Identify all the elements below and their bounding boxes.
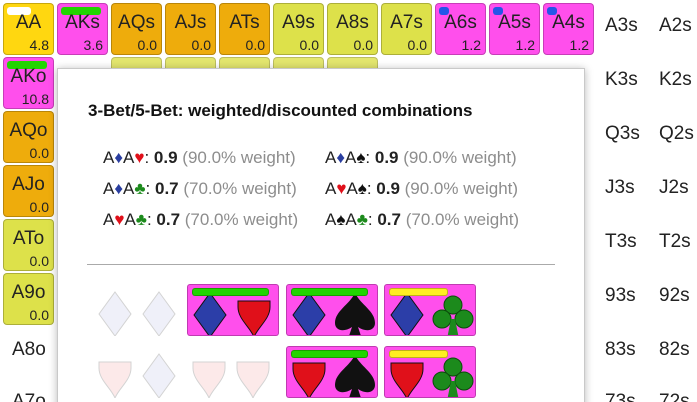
hand-label: ATo (12, 228, 45, 249)
hand-frequency: 3.6 (83, 37, 103, 53)
popup-divider (87, 264, 555, 265)
grid-cell-A9o[interactable]: A9o 0.0 (3, 273, 54, 325)
grid-cell-A8s[interactable]: A8s 0.0 (327, 3, 378, 55)
grid-cell-Q2s[interactable]: Q2s (659, 123, 694, 145)
combo-row: A♠A♣: 0.7 (70.0% weight) (325, 210, 520, 229)
grid-cell-AQs[interactable]: AQs 0.0 (111, 3, 162, 55)
hand-label: A9s (282, 12, 315, 33)
grid-cell-A7o[interactable]: A7o (12, 391, 46, 402)
grid-cell-A9s[interactable]: A9s 0.0 (273, 3, 324, 55)
grid-cell-Q3s[interactable]: Q3s (605, 123, 640, 145)
suit-combo-card[interactable] (93, 284, 185, 336)
grid-cell-AJo[interactable]: AJo 0.0 (3, 165, 54, 217)
hand-label: A4s (552, 12, 585, 33)
suit-combo-card[interactable] (93, 346, 185, 398)
suit-combo-card[interactable] (286, 284, 378, 336)
weight-bar (291, 350, 368, 358)
grid-cell-ATs[interactable]: ATs 0.0 (219, 3, 270, 55)
grid-cell-K3s[interactable]: K3s (605, 69, 638, 91)
grid-cell-A3s[interactable]: A3s (605, 15, 638, 37)
grid-cell-A6s[interactable]: A6s 1.2 (435, 3, 486, 55)
combo-row: A♥A♠: 0.9 (90.0% weight) (325, 179, 519, 198)
combo-row: A♦A♥: 0.9 (90.0% weight) (103, 148, 296, 167)
grid-cell-J2s[interactable]: J2s (659, 177, 689, 199)
suit-combo-card[interactable] (384, 346, 476, 398)
hand-frequency: 0.0 (29, 199, 49, 215)
hand-frequency: 0.0 (407, 37, 427, 53)
hand-label: A5s (498, 12, 531, 33)
suit-combo-card[interactable] (187, 284, 279, 336)
hand-frequency: 0.0 (353, 37, 373, 53)
grid-cell-72s[interactable]: 72s (659, 391, 690, 402)
hand-frequency: 0.0 (299, 37, 319, 53)
hand-frequency: 0.0 (137, 37, 157, 53)
hand-frequency: 1.2 (515, 37, 535, 53)
grid-cell-73s[interactable]: 73s (605, 391, 636, 402)
hand-frequency: 10.8 (21, 91, 49, 107)
grid-cell-AKs[interactable]: AKs 3.6 (57, 3, 108, 55)
grid-cell-J3s[interactable]: J3s (605, 177, 635, 199)
grid-cell-K2s[interactable]: K2s (659, 69, 692, 91)
hand-frequency: 0.0 (245, 37, 265, 53)
hand-frequency: 0.0 (29, 307, 49, 323)
hand-frequency: 0.0 (191, 37, 211, 53)
hand-frequency: 1.2 (569, 37, 589, 53)
hand-label: A7s (390, 12, 423, 33)
weight-bar (291, 288, 368, 296)
combo-row: A♦A♣: 0.7 (70.0% weight) (103, 179, 297, 198)
weight-bar (192, 288, 269, 296)
grid-cell-AJs[interactable]: AJs 0.0 (165, 3, 216, 55)
grid-cell-A5s[interactable]: A5s 1.2 (489, 3, 540, 55)
suit-combo-card[interactable] (286, 346, 378, 398)
hand-label: AKo (10, 66, 47, 87)
grid-cell-ATo[interactable]: ATo 0.0 (3, 219, 54, 271)
hand-label: AJs (174, 12, 207, 33)
grid-cell-A4s[interactable]: A4s 1.2 (543, 3, 594, 55)
hand-label: AJo (12, 174, 45, 195)
weight-bar (389, 288, 448, 296)
grid-cell-93s[interactable]: 93s (605, 285, 636, 307)
grid-cell-83s[interactable]: 83s (605, 339, 636, 361)
suit-combo-card[interactable] (187, 346, 279, 398)
heart-diamond-icon (98, 353, 176, 398)
hand-label: AQs (118, 12, 155, 33)
diamond-diamond-icon (98, 291, 176, 336)
hand-label: AKs (65, 12, 100, 33)
grid-cell-AQo[interactable]: AQo 0.0 (3, 111, 54, 163)
grid-cell-A2s[interactable]: A2s (659, 15, 692, 37)
heart-heart-icon (192, 361, 270, 398)
grid-cell-A8o[interactable]: A8o (12, 339, 46, 361)
combo-row: A♦A♠: 0.9 (90.0% weight) (325, 148, 517, 167)
combo-row: A♥A♣: 0.7 (70.0% weight) (103, 210, 299, 229)
hand-frequency: 1.2 (461, 37, 481, 53)
grid-cell-T2s[interactable]: T2s (659, 231, 691, 253)
suit-combo-card[interactable] (384, 284, 476, 336)
hand-label: A6s (444, 12, 477, 33)
grid-cell-AKo[interactable]: AKo 10.8 (3, 57, 54, 109)
grid-cell-T3s[interactable]: T3s (605, 231, 637, 253)
weight-bar (389, 350, 448, 358)
popup-title: 3-Bet/5-Bet: weighted/discounted combina… (88, 101, 473, 120)
hand-label: ATs (229, 12, 260, 33)
combinations-popup: 3-Bet/5-Bet: weighted/discounted combina… (57, 68, 585, 402)
hand-label: A8s (336, 12, 369, 33)
hand-frequency: 4.8 (29, 37, 49, 53)
hand-label: AQo (9, 120, 48, 141)
hand-frequency: 0.0 (29, 253, 49, 269)
hand-frequency: 0.0 (29, 145, 49, 161)
grid-cell-AA[interactable]: AA 4.8 (3, 3, 54, 55)
grid-cell-82s[interactable]: 82s (659, 339, 690, 361)
grid-cell-A7s[interactable]: A7s 0.0 (381, 3, 432, 55)
grid-cell-92s[interactable]: 92s (659, 285, 690, 307)
hand-label: AA (15, 12, 42, 33)
hand-label: A9o (11, 282, 46, 303)
